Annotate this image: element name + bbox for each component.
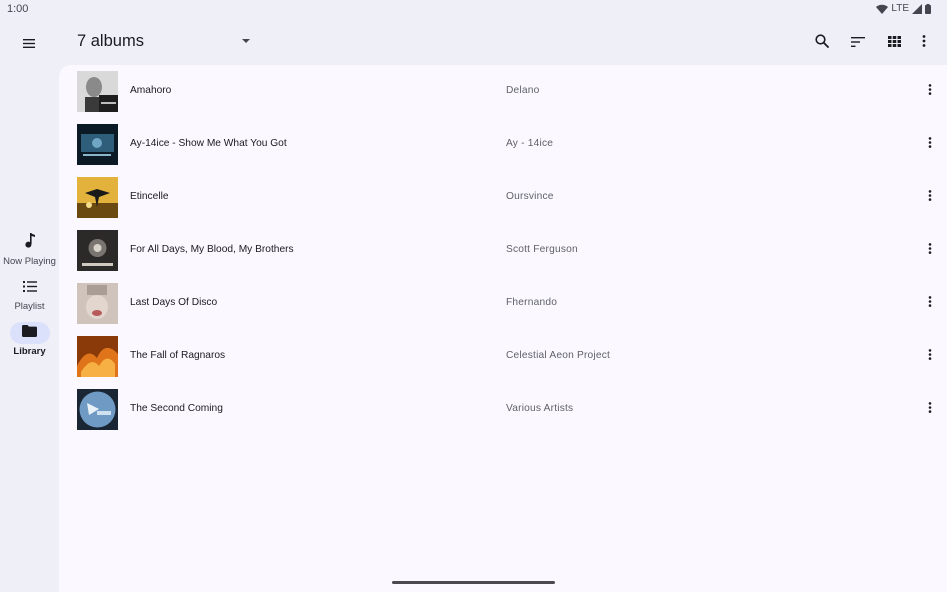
- sort-icon: [851, 34, 865, 52]
- more-vert-icon: [928, 400, 932, 418]
- dropdown-arrow-icon[interactable]: [241, 34, 251, 53]
- album-art: [77, 283, 118, 324]
- playlist-icon: [22, 279, 37, 297]
- more-vert-icon: [922, 34, 926, 52]
- top-app-bar: 7 albums: [59, 20, 947, 65]
- album-list: Amahoro Delano Ay-14ice - Show Me What Y…: [59, 65, 947, 592]
- sort-button[interactable]: [846, 31, 870, 55]
- more-vert-icon: [928, 188, 932, 206]
- album-more-button[interactable]: [922, 398, 938, 420]
- overflow-menu-button[interactable]: [912, 31, 936, 55]
- album-artist: Oursvince: [506, 191, 554, 202]
- rail-pill: [10, 232, 50, 254]
- album-row[interactable]: Ay-14ice - Show Me What You Got Ay - 14i…: [59, 118, 947, 171]
- rail-item-label: Playlist: [14, 301, 45, 312]
- album-title: For All Days, My Blood, My Brothers: [130, 244, 294, 255]
- folder-icon: [22, 324, 37, 342]
- album-art: [77, 389, 118, 430]
- more-vert-icon: [928, 347, 932, 365]
- battery-icon: [925, 3, 931, 14]
- album-row[interactable]: Amahoro Delano: [59, 65, 947, 118]
- rail-pill: [10, 277, 50, 299]
- album-row[interactable]: Etincelle Oursvince: [59, 171, 947, 224]
- rail-item-now-playing[interactable]: Now Playing: [0, 232, 59, 267]
- page-title: 7 albums: [77, 32, 144, 50]
- more-vert-icon: [928, 241, 932, 259]
- album-title: Amahoro: [130, 85, 172, 96]
- album-artist: Ay - 14ice: [506, 138, 554, 149]
- album-art: [77, 230, 118, 271]
- gesture-nav-bar[interactable]: [392, 581, 555, 584]
- grid-view-icon: [887, 34, 901, 52]
- menu-button[interactable]: [17, 32, 41, 56]
- music-note-icon: [24, 233, 35, 253]
- album-artist: Delano: [506, 85, 540, 96]
- album-title: The Fall of Ragnaros: [130, 350, 226, 361]
- hamburger-menu-icon: [23, 35, 35, 53]
- search-icon: [815, 33, 829, 53]
- album-more-button[interactable]: [922, 186, 938, 208]
- rail-item-label: Now Playing: [3, 256, 56, 267]
- more-vert-icon: [928, 82, 932, 100]
- more-vert-icon: [928, 135, 932, 153]
- album-title: Etincelle: [130, 191, 169, 202]
- rail-item-playlist[interactable]: Playlist: [0, 277, 59, 312]
- album-artist: Scott Ferguson: [506, 244, 578, 255]
- album-art: [77, 336, 118, 377]
- wifi-icon: [876, 4, 889, 14]
- album-row[interactable]: The Second Coming Various Artists: [59, 383, 947, 436]
- status-time: 1:00: [7, 3, 29, 15]
- album-title: Last Days Of Disco: [130, 297, 218, 308]
- status-bar: 1:00 LTE: [0, 0, 947, 20]
- album-title: The Second Coming: [130, 403, 223, 414]
- album-row[interactable]: The Fall of Ragnaros Celestial Aeon Proj…: [59, 330, 947, 383]
- album-more-button[interactable]: [922, 292, 938, 314]
- album-more-button[interactable]: [922, 133, 938, 155]
- rail-item-label: Library: [13, 346, 46, 357]
- album-row[interactable]: Last Days Of Disco Fhernando: [59, 277, 947, 330]
- album-art: [77, 124, 118, 165]
- album-title: Ay-14ice - Show Me What You Got: [130, 138, 287, 149]
- album-more-button[interactable]: [922, 239, 938, 261]
- network-type: LTE: [891, 3, 909, 14]
- album-row[interactable]: For All Days, My Blood, My Brothers Scot…: [59, 224, 947, 277]
- album-more-button[interactable]: [922, 345, 938, 367]
- signal-icon: [912, 3, 922, 14]
- search-button[interactable]: [810, 31, 834, 55]
- more-vert-icon: [928, 294, 932, 312]
- navigation-rail: Now Playing Playlist Library: [0, 20, 59, 592]
- album-art: [77, 177, 118, 218]
- album-artist: Celestial Aeon Project: [506, 350, 611, 361]
- grid-view-button[interactable]: [882, 31, 906, 55]
- status-icons: LTE: [876, 3, 931, 14]
- rail-pill-active: [9, 322, 50, 344]
- rail-item-library[interactable]: Library: [0, 322, 59, 357]
- album-art: [77, 71, 118, 112]
- album-more-button[interactable]: [922, 80, 938, 102]
- album-artist: Fhernando: [506, 297, 558, 308]
- album-artist: Various Artists: [506, 403, 574, 414]
